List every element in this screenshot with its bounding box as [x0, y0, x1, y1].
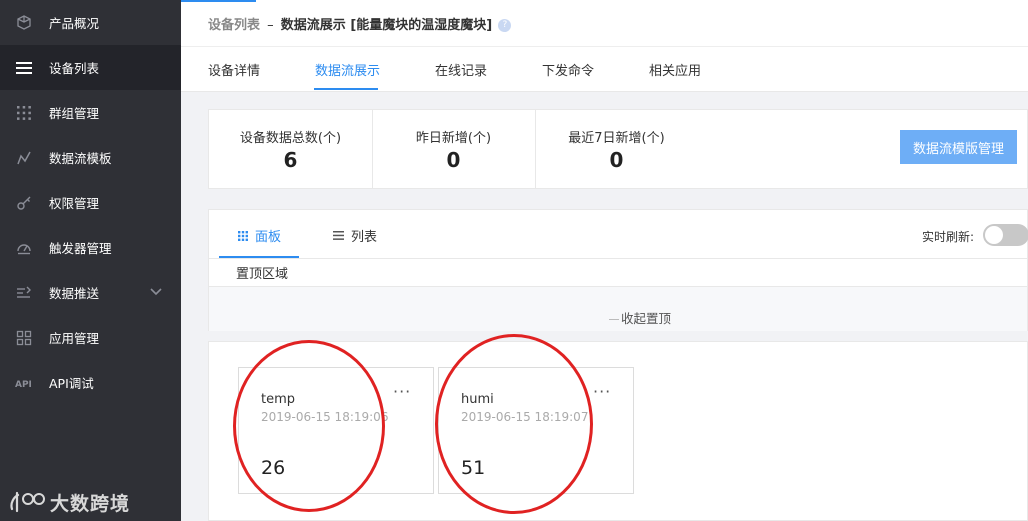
- collapse-line: [609, 319, 619, 320]
- stat-label: 最近7日新增(个): [568, 131, 665, 146]
- tab-related-apps[interactable]: 相关应用: [649, 60, 701, 79]
- stat-yesterday-new: 昨日新增(个) 0: [372, 110, 535, 188]
- stat-value: 6: [283, 148, 298, 172]
- main-content: 设备列表 – 数据流展示 [能量魔块的温湿度魔块] ? 设备详情 数据流展示 在…: [181, 0, 1028, 521]
- sidebar-item-trigger[interactable]: 触发器管理: [0, 225, 181, 270]
- grid-dots-icon: [14, 103, 34, 123]
- tab-datastream-display[interactable]: 数据流展示: [315, 60, 380, 79]
- collapse-pin-link[interactable]: 收起置顶: [609, 308, 671, 327]
- panel-divider: [209, 258, 1028, 259]
- sidebar-item-label: 设备列表: [49, 61, 100, 76]
- datastream-cards-area: temp 2019-06-15 18:19:06 26 ··· humi 201…: [208, 341, 1028, 521]
- stat-label: 昨日新增(个): [415, 131, 492, 146]
- push-icon: [14, 283, 34, 303]
- datastream-value: 51: [461, 457, 486, 479]
- tab-online-records[interactable]: 在线记录: [435, 60, 487, 79]
- sidebar-item-permission[interactable]: 权限管理: [0, 180, 181, 225]
- more-options-icon[interactable]: ···: [393, 382, 411, 401]
- datastream-time: 2019-06-15 18:19:07: [461, 410, 589, 424]
- realtime-refresh-toggle[interactable]: [983, 224, 1028, 246]
- active-tab-indicator: [314, 88, 378, 90]
- sidebar-item-datastream-template[interactable]: 数据流模板: [0, 135, 181, 180]
- stat-7day-new: 最近7日新增(个) 0: [535, 110, 698, 188]
- stats-card: 设备数据总数(个) 6 昨日新增(个) 0 最近7日新增(个) 0 数据流模版管…: [208, 109, 1028, 189]
- view-tab-label: 列表: [351, 230, 378, 245]
- watermark-text: 大数跨境: [50, 492, 131, 515]
- gauge-icon: [14, 238, 34, 258]
- list-icon: [14, 58, 34, 78]
- toggle-knob: [985, 226, 1003, 244]
- pin-area-label: 置顶区域: [236, 267, 289, 282]
- sidebar-item-data-push[interactable]: 数据推送: [0, 270, 181, 315]
- sidebar-item-label: 群组管理: [49, 106, 100, 121]
- svg-text:API: API: [15, 380, 32, 389]
- view-tab-list[interactable]: 列表: [333, 226, 377, 245]
- apps-icon: [14, 328, 34, 348]
- grid-icon: [238, 230, 248, 241]
- collapse-label: 收起置顶: [621, 311, 672, 326]
- tab-device-detail[interactable]: 设备详情: [208, 60, 260, 79]
- cube-icon: [14, 13, 34, 33]
- datastream-time: 2019-06-15 18:19:06: [261, 410, 389, 424]
- stat-total-data: 设备数据总数(个) 6: [209, 110, 372, 188]
- chart-line-icon: [14, 148, 34, 168]
- watermark: 大数跨境: [8, 487, 148, 517]
- watermark-logo-icon: [10, 491, 45, 513]
- stat-label: 设备数据总数(个): [239, 131, 342, 146]
- realtime-refresh-label: 实时刷新:: [922, 230, 975, 244]
- sidebar-item-label: 应用管理: [49, 331, 100, 346]
- datastream-card-temp[interactable]: temp 2019-06-15 18:19:06 26 ···: [238, 367, 434, 494]
- sidebar-item-label: 产品概况: [49, 16, 100, 31]
- api-icon: API: [14, 373, 34, 393]
- datastream-name: humi: [461, 392, 494, 407]
- sidebar-item-product-overview[interactable]: 产品概况: [0, 0, 181, 45]
- sidebar-item-device-list[interactable]: 设备列表: [0, 45, 181, 90]
- datastream-name: temp: [261, 392, 296, 407]
- stat-value: 0: [446, 148, 461, 172]
- tab-send-command[interactable]: 下发命令: [542, 60, 594, 79]
- key-icon: [14, 193, 34, 213]
- chevron-down-icon[interactable]: [150, 285, 162, 300]
- datastream-value: 26: [261, 457, 286, 479]
- datastream-template-manage-button[interactable]: 数据流模版管理: [900, 130, 1017, 164]
- sidebar-item-label: 数据推送: [49, 286, 100, 301]
- breadcrumb: 设备列表 – 数据流展示 [能量魔块的温湿度魔块] ?: [208, 14, 512, 33]
- sidebar-item-label: 权限管理: [49, 196, 100, 211]
- sidebar-item-app-management[interactable]: 应用管理: [0, 315, 181, 360]
- list-icon: [333, 231, 344, 240]
- help-icon[interactable]: ?: [498, 19, 512, 32]
- sidebar-item-label: 触发器管理: [49, 241, 112, 256]
- more-options-icon[interactable]: ···: [593, 382, 611, 401]
- view-tab-label: 面板: [255, 230, 282, 245]
- sidebar-item-api-debug[interactable]: API API调试: [0, 360, 181, 405]
- sidebar: 产品概况 设备列表 群组管理 数据流模板 权限管理 触发器管理 数据推送 应用管…: [0, 0, 181, 521]
- breadcrumb-separator: –: [267, 18, 274, 33]
- top-accent-bar: [181, 0, 256, 2]
- sidebar-item-label: API调试: [49, 376, 94, 391]
- breadcrumb-root-link[interactable]: 设备列表: [208, 18, 260, 33]
- page-header: 设备列表 – 数据流展示 [能量魔块的温湿度魔块] ? 设备详情 数据流展示 在…: [181, 0, 1028, 92]
- datastream-card-humi[interactable]: humi 2019-06-15 18:19:07 51 ···: [438, 367, 634, 494]
- breadcrumb-current: 数据流展示 [能量魔块的温湿度魔块]: [280, 18, 493, 33]
- view-tab-panel[interactable]: 面板: [238, 226, 281, 245]
- stat-value: 0: [609, 148, 624, 172]
- header-divider: [181, 46, 1028, 47]
- sidebar-item-label: 数据流模板: [49, 151, 112, 166]
- sidebar-item-group-management[interactable]: 群组管理: [0, 90, 181, 135]
